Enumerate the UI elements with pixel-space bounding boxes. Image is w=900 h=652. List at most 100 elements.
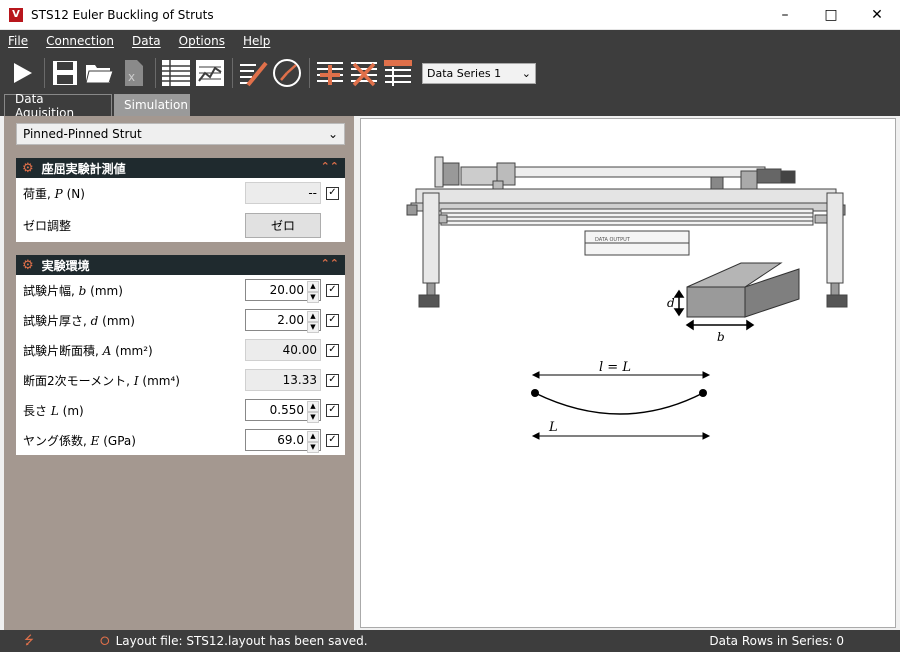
chevron-down-icon: ⌄ [327, 127, 338, 141]
modulus-value: 69.0 [277, 433, 304, 447]
play-button[interactable] [6, 57, 38, 89]
menu-file[interactable]: File [8, 34, 28, 48]
width-dim-arrow [685, 319, 755, 331]
moment-label: 断面2次モーメント, [23, 373, 130, 388]
width-spinner[interactable]: ▲ ▼ [307, 281, 319, 303]
area-symbol: A [102, 343, 112, 358]
width-input[interactable]: 20.00 ▲ ▼ [245, 279, 321, 303]
width-symbol: b [78, 283, 87, 298]
gear-icon: ⚙ [22, 160, 34, 176]
load-value: -- [245, 182, 321, 204]
buckled-strut-curve [534, 392, 704, 415]
measurement-header[interactable]: ⚙ 座屈実験計測値 ⌃⌃ [16, 158, 345, 178]
moment-value: 13.33 [245, 369, 321, 391]
length-input[interactable]: 0.550 ▲ ▼ [245, 399, 321, 423]
specimen-block [686, 262, 800, 318]
thickness-value: 2.00 [277, 313, 304, 327]
strut-type-value: Pinned-Pinned Strut [23, 127, 142, 141]
status-bar: ⭍ ⭘ Layout file: STS12.layout has been s… [0, 630, 900, 652]
add-series-button[interactable] [314, 57, 346, 89]
menu-options[interactable]: Options [179, 34, 225, 48]
area-label: 試験片断面積, [23, 343, 99, 358]
left-panel: Pinned-Pinned Strut ⌄ ⚙ 座屈実験計測値 ⌃⌃ 荷重, P… [4, 116, 354, 630]
measurement-group: ⚙ 座屈実験計測値 ⌃⌃ 荷重, P (N) -- ✓ ゼロ調整 ゼロ [16, 158, 345, 242]
area-value: 40.00 [245, 339, 321, 361]
width-row: 試験片幅, b (mm) 20.00 ▲ ▼ ✓ [16, 275, 345, 305]
usb-icon: ⭍ [24, 632, 34, 647]
apparatus-diagram: DATA OUTPUT d b l = L L [406, 156, 848, 440]
thickness-dim-label: d [667, 296, 675, 310]
minimize-button[interactable]: – [762, 0, 808, 30]
length-checkbox[interactable]: ✓ [326, 403, 339, 417]
maximize-button[interactable]: □ [808, 0, 854, 30]
close-button[interactable]: ✕ [854, 0, 900, 30]
data-series-value: Data Series 1 [427, 66, 502, 80]
thickness-input[interactable]: 2.00 ▲ ▼ [245, 309, 321, 333]
tab-data-aquisition[interactable]: Data Aquisition [4, 92, 112, 120]
load-checkbox[interactable]: ✓ [326, 186, 339, 200]
thickness-spinner[interactable]: ▲ ▼ [307, 311, 319, 333]
collapse-icon[interactable]: ⌃⌃ [321, 160, 339, 173]
menu-help[interactable]: Help [243, 34, 270, 48]
area-checkbox[interactable]: ✓ [326, 343, 339, 357]
collapse-icon[interactable]: ⌃⌃ [321, 257, 339, 270]
width-checkbox[interactable]: ✓ [326, 283, 339, 297]
share-icon: ⭘ [100, 633, 110, 648]
length-unit: (m) [62, 403, 84, 418]
area-row: 試験片断面積, A (mm²) 40.00 ✓ [16, 335, 345, 365]
environment-header[interactable]: ⚙ 実験環境 ⌃⌃ [16, 255, 345, 275]
strut-type-select[interactable]: Pinned-Pinned Strut ⌄ [16, 123, 345, 145]
modulus-unit: (GPa) [103, 433, 136, 448]
excel-export-icon[interactable]: x [117, 57, 149, 89]
modulus-checkbox[interactable]: ✓ [326, 433, 339, 447]
save-button[interactable] [49, 57, 81, 89]
chevron-down-icon: ⌄ [521, 66, 531, 80]
moment-checkbox[interactable]: ✓ [326, 373, 339, 387]
load-label: 荷重, [23, 186, 51, 201]
modulus-spinner[interactable]: ▲ ▼ [307, 431, 319, 453]
open-folder-button[interactable] [83, 57, 115, 89]
menu-connection[interactable]: Connection [46, 34, 114, 48]
width-dim-label: b [717, 330, 725, 344]
window-title: STS12 Euler Buckling of Struts [31, 7, 214, 22]
load-unit: (N) [66, 186, 85, 201]
length-value: 0.550 [269, 403, 304, 417]
device-label: DATA OUTPUT [595, 237, 631, 243]
modulus-label: ヤング係数, [23, 433, 87, 448]
moment-symbol: I [133, 373, 139, 388]
modulus-input[interactable]: 69.0 ▲ ▼ [245, 429, 321, 453]
length-dim-arrow [531, 432, 711, 440]
delete-series-button[interactable] [348, 57, 380, 89]
thickness-checkbox[interactable]: ✓ [326, 313, 339, 327]
measurement-title: 座屈実験計測値 [41, 161, 126, 176]
tab-strip: Data Aquisition Simulation [0, 92, 900, 120]
modulus-symbol: E [90, 433, 100, 448]
length-spinner[interactable]: ▲ ▼ [307, 401, 319, 423]
environment-group: ⚙ 実験環境 ⌃⌃ 試験片幅, b (mm) 20.00 ▲ ▼ ✓ 試験片厚さ, … [16, 255, 345, 455]
status-message: Layout file: STS12.layout has been saved… [115, 634, 368, 648]
thickness-symbol: d [90, 313, 99, 328]
length-row: 長さ L (m) 0.550 ▲ ▼ ✓ [16, 395, 345, 425]
tab-simulation[interactable]: Simulation [114, 94, 190, 116]
app-icon: V [9, 7, 23, 22]
thickness-dim-arrow [673, 289, 685, 317]
menu-data[interactable]: Data [132, 34, 161, 48]
table-view-button[interactable] [160, 57, 192, 89]
edit-table-button[interactable] [237, 57, 269, 89]
series-table-icon[interactable] [382, 57, 414, 89]
span-label: l = L [599, 360, 631, 375]
moment-row: 断面2次モーメント, I (mm⁴) 13.33 ✓ [16, 365, 345, 395]
environment-title: 実験環境 [41, 258, 90, 273]
menu-bar: File Connection Data Options Help [0, 30, 900, 52]
title-bar: V STS12 Euler Buckling of Struts – □ ✕ [0, 0, 900, 30]
thickness-label: 試験片厚さ, [23, 313, 87, 328]
zero-button[interactable]: ゼロ [245, 212, 321, 238]
graph-view-button[interactable] [194, 57, 226, 89]
width-unit: (mm) [90, 283, 123, 298]
length-dim-label: L [548, 420, 558, 435]
width-label: 試験片幅, [23, 283, 75, 298]
zero-row: ゼロ調整 ゼロ [16, 208, 345, 242]
data-series-select[interactable]: Data Series 1 ⌄ [422, 62, 536, 84]
simulation-canvas: DATA OUTPUT d b l = L L [360, 118, 896, 628]
gauge-icon[interactable] [271, 57, 303, 89]
